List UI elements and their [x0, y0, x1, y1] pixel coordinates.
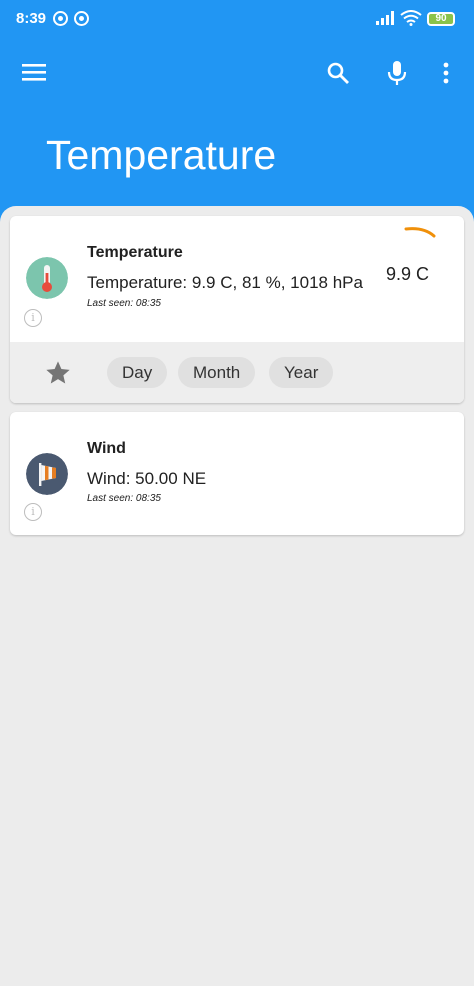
more-options-button[interactable] — [436, 57, 456, 89]
voice-search-button[interactable] — [382, 57, 412, 89]
search-icon — [327, 62, 349, 84]
chip-year[interactable]: Year — [269, 357, 334, 388]
device-name: Wind — [87, 440, 126, 457]
chip-day[interactable]: Day — [107, 357, 168, 388]
last-seen: Last seen: 08:35 — [87, 493, 161, 504]
device-list: i Temperature Temperature: 9.9 C, 81 %, … — [0, 206, 474, 986]
signal-icon — [376, 11, 394, 25]
status-bar: 8:39 90 — [0, 0, 474, 38]
menu-button[interactable] — [20, 58, 48, 86]
notification-icon — [53, 11, 68, 26]
chip-month[interactable]: Month — [178, 357, 256, 388]
status-time: 8:39 — [16, 10, 47, 27]
device-name: Temperature — [87, 244, 183, 261]
device-value: 9.9 C — [386, 264, 430, 284]
last-seen: Last seen: 08:35 — [87, 298, 161, 309]
gauge-arc-icon — [404, 227, 436, 238]
sync-icon — [74, 11, 89, 26]
more-vert-icon — [443, 62, 449, 84]
wifi-icon — [400, 10, 422, 26]
battery-indicator: 90 — [427, 12, 455, 26]
favorite-button[interactable] — [44, 359, 72, 387]
info-icon[interactable]: i — [24, 503, 42, 521]
app-header: 8:39 90 Temperature — [0, 0, 474, 228]
star-icon — [46, 361, 70, 384]
thermometer-icon — [26, 257, 68, 299]
device-data: Temperature: 9.9 C, 81 %, 1018 hPa — [87, 273, 363, 292]
page-title: Temperature — [46, 132, 277, 178]
search-button[interactable] — [322, 57, 354, 89]
device-card-wind[interactable]: i Wind Wind: 50.00 NE Last seen: 08:35 — [10, 412, 464, 535]
mic-icon — [387, 61, 407, 85]
windsock-icon — [26, 453, 68, 495]
device-actions: Day Month Year — [10, 342, 464, 403]
device-card-temperature[interactable]: i Temperature Temperature: 9.9 C, 81 %, … — [10, 216, 464, 403]
info-icon[interactable]: i — [24, 309, 42, 327]
menu-icon — [22, 64, 46, 81]
device-data: Wind: 50.00 NE — [87, 469, 207, 488]
